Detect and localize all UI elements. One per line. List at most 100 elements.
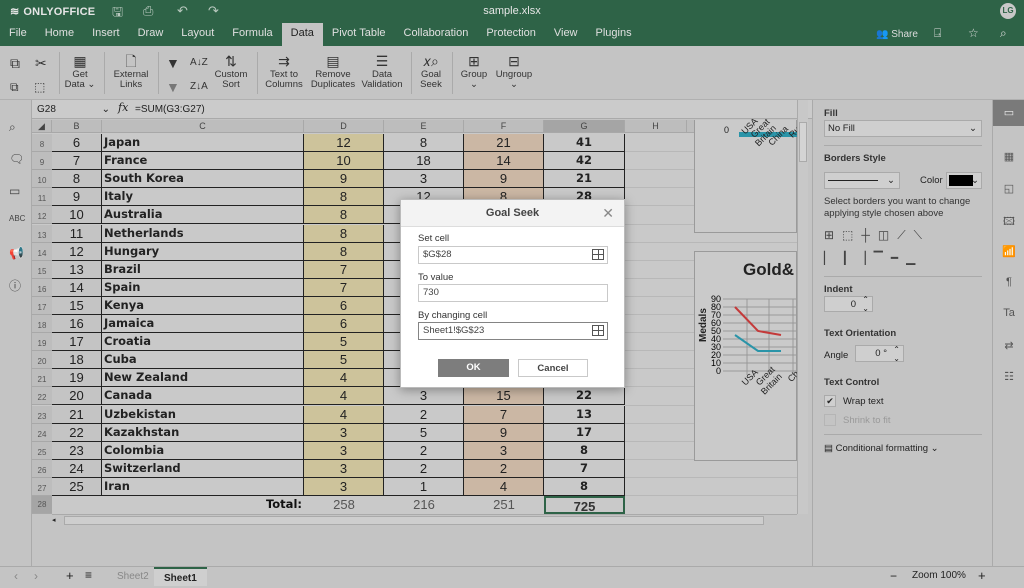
tab-collaboration[interactable]: Collaboration [395, 23, 478, 46]
table-settings-icon[interactable]: ▦ [993, 150, 1024, 163]
row-header[interactable]: 24 [32, 423, 52, 442]
country-cell[interactable]: Cuba [102, 351, 304, 370]
spellcheck-icon[interactable]: ABC [9, 214, 25, 223]
custom-sort-button[interactable]: ⇅ Custom Sort [212, 52, 250, 90]
copy-icon[interactable]: ⧉ [10, 54, 20, 72]
wrap-text-checkbox[interactable]: ✔ [824, 395, 836, 407]
country-cell[interactable]: Australia [102, 206, 304, 225]
total-medals-cell[interactable]: 7 [544, 459, 625, 478]
gold-cell[interactable]: 3 [304, 477, 384, 496]
paragraph-settings-icon[interactable]: ¶ [993, 276, 1024, 288]
ok-button[interactable]: OK [438, 359, 509, 377]
tab-layout[interactable]: Layout [172, 23, 223, 46]
rank-cell[interactable]: 6 [52, 134, 102, 153]
paste-icon[interactable]: ⧉ [10, 78, 19, 96]
country-cell[interactable]: South Korea [102, 170, 304, 189]
country-cell[interactable]: Croatia [102, 333, 304, 352]
sort-ascending-icon[interactable]: A↓Z [190, 54, 208, 72]
country-cell[interactable]: Netherlands [102, 224, 304, 243]
set-cell-input[interactable]: $G$28 [418, 246, 608, 264]
bronze-cell[interactable]: 15 [464, 387, 544, 406]
rank-cell[interactable]: 23 [52, 441, 102, 460]
rank-cell[interactable]: 12 [52, 242, 102, 261]
column-header-g[interactable]: G [544, 120, 625, 133]
conditional-formatting-button[interactable]: ▤ Conditional formatting ⌄ [824, 443, 939, 454]
rank-cell[interactable]: 16 [52, 315, 102, 334]
row-header[interactable]: 9 [32, 152, 52, 171]
total-medals-cell[interactable]: 21 [544, 170, 625, 189]
country-cell[interactable]: Brazil [102, 260, 304, 279]
cut-icon[interactable]: ✂ [35, 54, 47, 72]
gold-cell[interactable]: 5 [304, 351, 384, 370]
chart-settings-icon[interactable]: 📶 [993, 245, 1024, 258]
scroll-left-icon[interactable]: ◂ [52, 516, 61, 525]
country-cell[interactable]: Canada [102, 387, 304, 406]
name-box[interactable]: G28 ⌄ [34, 101, 114, 118]
gold-cell[interactable]: 8 [304, 188, 384, 207]
row-header[interactable]: 27 [32, 477, 52, 496]
rank-cell[interactable]: 11 [52, 224, 102, 243]
rank-cell[interactable]: 15 [52, 296, 102, 315]
rank-cell[interactable]: 17 [52, 333, 102, 352]
column-header-e[interactable]: E [384, 120, 464, 133]
select-all-icon[interactable]: ⬚ [34, 78, 45, 96]
total-label[interactable]: Total: [52, 496, 304, 514]
tab-home[interactable]: Home [36, 23, 83, 46]
row-header[interactable]: 28 [32, 496, 52, 514]
gold-cell[interactable]: 6 [304, 296, 384, 315]
formula-input[interactable]: =SUM(G3:G27) [135, 102, 205, 117]
row-header[interactable]: 25 [32, 441, 52, 460]
pivot-settings-icon[interactable]: ⇄ [993, 339, 1024, 352]
silver-cell[interactable]: 3 [384, 170, 464, 189]
select-range-icon[interactable] [592, 249, 604, 260]
bronze-cell[interactable]: 21 [464, 134, 544, 153]
row-header[interactable]: 8 [32, 134, 52, 153]
row-header[interactable]: 23 [32, 405, 52, 424]
vertical-scroll-thumb[interactable] [799, 122, 807, 162]
row-header[interactable]: 22 [32, 387, 52, 406]
chat-icon[interactable]: ▭ [9, 184, 20, 198]
border-buttons-row1[interactable]: ⊞⬚┼◫⟋⟍ [824, 228, 930, 243]
tab-plugins[interactable]: Plugins [587, 23, 641, 46]
rank-cell[interactable]: 24 [52, 459, 102, 478]
vertical-scrollbar[interactable] [797, 100, 808, 514]
country-cell[interactable]: Hungary [102, 242, 304, 261]
rank-cell[interactable]: 22 [52, 423, 102, 442]
feedback-icon[interactable]: 📢 [9, 246, 24, 260]
select-all-corner[interactable]: ◢ [32, 120, 52, 133]
slicer-settings-icon[interactable]: ☷ [993, 370, 1024, 383]
column-header-d[interactable]: D [304, 120, 384, 133]
comments-icon[interactable]: 🗨 [9, 152, 24, 166]
silver-total-cell[interactable]: 216 [384, 496, 464, 514]
country-cell[interactable]: Italy [102, 188, 304, 207]
country-cell[interactable]: Japan [102, 134, 304, 153]
country-cell[interactable]: Spain [102, 278, 304, 297]
share-button[interactable]: 👥 Share [876, 29, 918, 40]
gold-cell[interactable]: 4 [304, 387, 384, 406]
text-art-settings-icon[interactable]: Ta [993, 307, 1024, 319]
tab-formula[interactable]: Formula [223, 23, 281, 46]
search-icon[interactable]: ⌕ [1000, 26, 1007, 41]
sheet-tab-sheet2[interactable]: Sheet2 [107, 567, 159, 586]
gold-cell[interactable]: 8 [304, 242, 384, 261]
angle-spinner[interactable]: 0 ° ⌃ ⌄ [855, 345, 904, 363]
prev-sheet-icon[interactable]: ‹ [14, 569, 18, 583]
favorite-star-icon[interactable]: ☆ [968, 26, 979, 40]
rank-cell[interactable]: 7 [52, 152, 102, 171]
indent-spinner[interactable]: 0 ⌃ ⌄ [824, 295, 873, 313]
gold-cell[interactable]: 4 [304, 405, 384, 424]
search-icon[interactable]: ⌕ [9, 120, 16, 135]
total-medals-cell[interactable]: 22 [544, 387, 625, 406]
column-header-c[interactable]: C [102, 120, 304, 133]
rank-cell[interactable]: 25 [52, 477, 102, 496]
clear-filter-icon[interactable]: ▼ [166, 78, 180, 96]
remove-duplicates-button[interactable]: ▤ Remove Duplicates [310, 52, 356, 90]
chart-1[interactable]: 0 USA Great Britain China Ru [694, 116, 802, 233]
data-validation-button[interactable]: ☰ Data Validation [360, 52, 404, 90]
row-header[interactable]: 11 [32, 188, 52, 207]
bronze-cell[interactable]: 2 [464, 459, 544, 478]
next-sheet-icon[interactable]: › [34, 569, 38, 583]
silver-cell[interactable]: 8 [384, 134, 464, 153]
row-header[interactable]: 17 [32, 296, 52, 315]
silver-cell[interactable]: 2 [384, 459, 464, 478]
